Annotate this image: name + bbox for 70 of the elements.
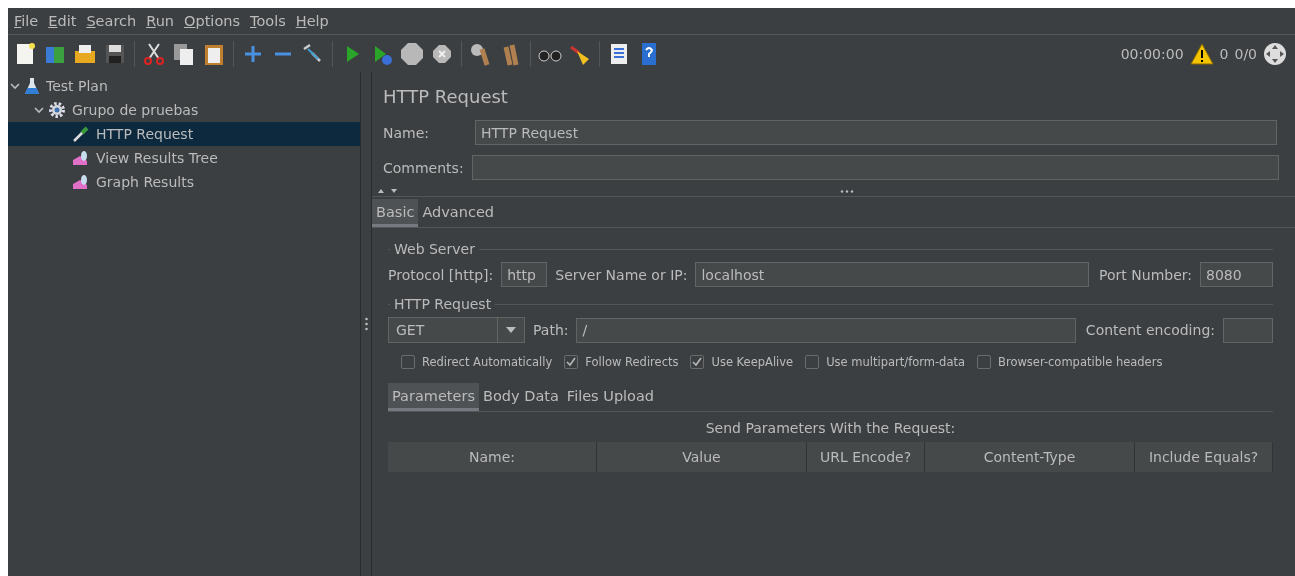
section-legend: HTTP Request (394, 296, 492, 312)
comments-label: Comments: (383, 159, 464, 176)
tree-item[interactable]: View Results Tree (8, 146, 360, 170)
tree-item-label: View Results Tree (95, 150, 219, 166)
encoding-label: Content encoding: (1085, 322, 1215, 338)
column-header[interactable]: Content-Type (925, 442, 1135, 472)
elapsed-time: 00:00:00 (1120, 45, 1184, 62)
protocol-label: Protocol [http]: (388, 266, 494, 283)
menu-item[interactable]: Run (142, 13, 179, 29)
option-checkbox[interactable]: Redirect Automatically (401, 355, 553, 369)
tree-item-label: Test Plan (45, 78, 109, 94)
server-label: Server Name or IP: (555, 266, 688, 283)
thread-count: 0/0 (1234, 45, 1257, 62)
menu-item[interactable]: Edit (44, 13, 81, 29)
encoding-field[interactable] (1223, 317, 1273, 343)
port-field[interactable]: 8080 (1200, 262, 1273, 287)
menu-item[interactable]: Options (180, 13, 244, 29)
tree-item[interactable]: Test Plan (8, 74, 360, 98)
tree-item-label: Graph Results (95, 174, 195, 190)
server-field[interactable]: localhost (695, 262, 1090, 287)
drag-handle-icon[interactable] (364, 317, 368, 331)
warning-count: 0 (1219, 45, 1229, 62)
menu-item[interactable]: File (10, 13, 43, 29)
tree-item-label: HTTP Request (95, 126, 195, 142)
warning-icon[interactable] (1189, 42, 1214, 65)
collapse-arrows-icon[interactable] (377, 188, 399, 194)
tab[interactable]: Advanced (418, 199, 498, 227)
check-icon (692, 357, 703, 367)
chart-icon (72, 150, 90, 166)
globe-icon[interactable] (1263, 41, 1287, 66)
tab[interactable]: Body Data (479, 383, 563, 411)
port-label: Port Number: (1099, 266, 1192, 283)
protocol-field[interactable]: http (501, 262, 548, 287)
method-dropdown[interactable]: GET (388, 317, 525, 343)
column-header[interactable]: URL Encode? (807, 442, 925, 472)
pipette-icon (72, 125, 90, 143)
tab[interactable]: Files Upload (562, 383, 659, 411)
name-field[interactable]: HTTP Request (475, 120, 1277, 145)
name-label: Name: (383, 124, 431, 141)
section-legend: Web Server (394, 241, 475, 257)
column-header[interactable]: Name: (388, 442, 597, 472)
chart-icon (72, 174, 90, 190)
menu-item[interactable]: Search (82, 13, 141, 29)
flask-icon (24, 77, 40, 95)
menu-item[interactable]: Tools (246, 13, 290, 29)
tab[interactable]: Basic (372, 199, 419, 227)
tree-item[interactable]: HTTP Request (8, 122, 360, 146)
option-checkbox[interactable]: Browser-compatible headers (977, 355, 1163, 369)
path-label: Path: (533, 322, 569, 338)
chevron-icon[interactable] (34, 105, 44, 115)
stop-icon[interactable] (399, 40, 425, 67)
gear-icon (48, 101, 66, 119)
option-checkbox[interactable]: Follow Redirects (564, 355, 679, 369)
tree-item[interactable]: Grupo de pruebas (8, 98, 360, 122)
table-caption: Send Parameters With the Request: (704, 420, 957, 438)
menu-item[interactable]: Help (291, 13, 333, 29)
comments-field[interactable] (471, 155, 1279, 180)
option-checkbox[interactable]: Use multipart/form-data (805, 355, 966, 369)
panel-title: HTTP Request (382, 85, 509, 109)
chevron-icon[interactable] (10, 81, 20, 91)
tree-item[interactable]: Graph Results (8, 170, 360, 194)
path-field[interactable]: / (576, 317, 1076, 343)
check-icon (566, 357, 577, 367)
caret-icon (506, 327, 516, 333)
column-header[interactable]: Value (597, 442, 807, 472)
drag-handle-icon[interactable] (840, 189, 854, 193)
option-checkbox[interactable]: Use KeepAlive (690, 355, 794, 369)
tab[interactable]: Parameters (388, 383, 479, 411)
tree-item-label: Grupo de pruebas (71, 102, 200, 118)
column-header[interactable]: Include Equals? (1135, 442, 1273, 472)
